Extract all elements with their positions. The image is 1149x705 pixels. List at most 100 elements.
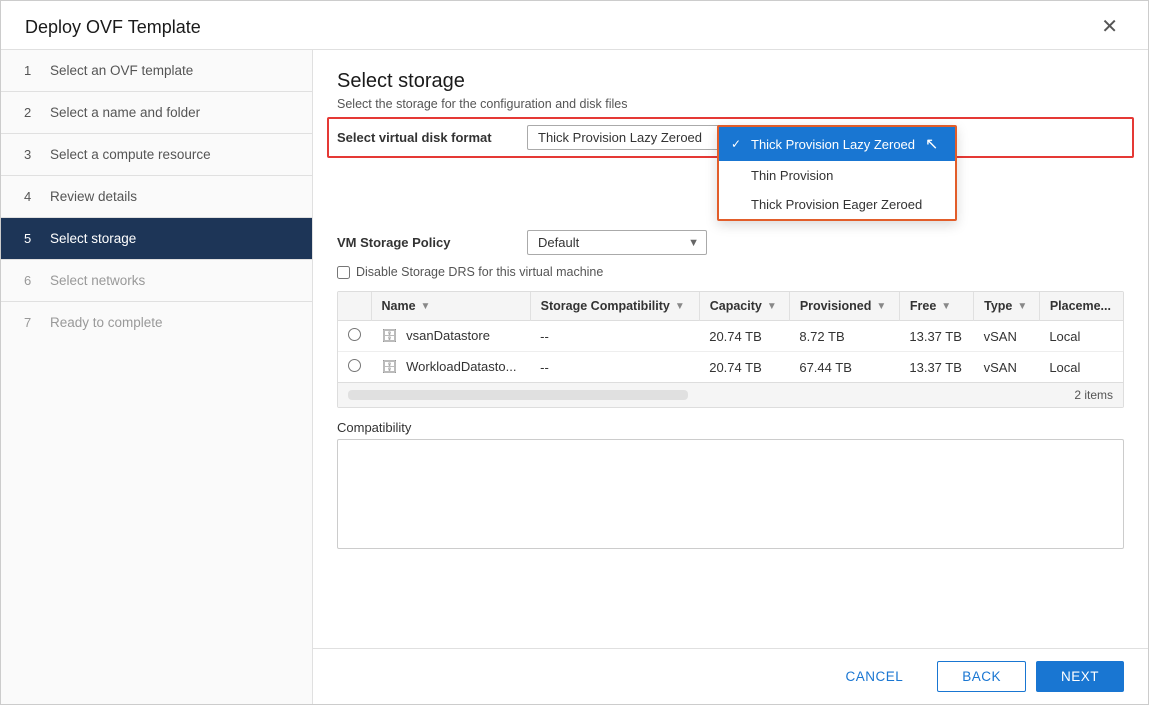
table-row[interactable]: 🗄 vsanDatastore -- 20.74 TB 8.72 TB 13.3… [338,321,1123,352]
col-name-label: Name [382,299,416,313]
section-title: Select storage [337,70,1124,93]
vm-storage-policy-label: VM Storage Policy [337,235,527,250]
modal-title: Deploy OVF Template [25,17,201,38]
dropdown-option-label-3: Thick Provision Eager Zeroed [751,197,922,212]
cursor-icon: ↖ [925,134,938,154]
capacity-filter-icon[interactable]: ▼ [767,301,777,312]
row1-placement-cell: Local [1039,321,1123,352]
row1-free-cell: 13.37 TB [899,321,973,352]
col-free: Free ▼ [899,292,973,321]
modal-overlay: Deploy OVF Template ✕ 1 Select an OVF te… [0,0,1149,705]
sidebar-item-review-details[interactable]: 4 Review details [1,176,312,217]
row1-radio-cell [338,321,371,352]
step-num-5: 5 [24,231,40,246]
dropdown-option-label-2: Thin Provision [751,168,833,183]
datastore-table: Name ▼ Storage Compatibility ▼ [338,292,1123,382]
row1-compat-cell: -- [530,321,699,352]
row2-type-cell: vSAN [974,352,1040,383]
sidebar-item-select-storage: 5 Select storage [1,218,312,259]
disable-drs-row: Disable Storage DRS for this virtual mac… [337,265,1124,279]
sidebar-item-compute-resource[interactable]: 3 Select a compute resource [1,134,312,175]
sidebar: 1 Select an OVF template 2 Select a name… [1,50,313,704]
sidebar-item-name-folder[interactable]: 2 Select a name and folder [1,92,312,133]
step-num-1: 1 [24,63,40,78]
virtual-disk-format-control: Thick Provision Lazy Zeroed Thin Provisi… [527,125,739,150]
sidebar-item-label-6: Select networks [50,273,145,288]
col-provisioned: Provisioned ▼ [789,292,899,321]
row1-radio[interactable] [348,328,361,341]
next-button[interactable]: NEXT [1036,661,1124,692]
virtual-disk-format-select[interactable]: Thick Provision Lazy Zeroed Thin Provisi… [527,125,739,150]
compatibility-label: Compatibility [337,420,1124,435]
datastore-table-wrap: Name ▼ Storage Compatibility ▼ [337,291,1124,408]
step-num-7: 7 [24,315,40,330]
row2-placement-cell: Local [1039,352,1123,383]
row2-radio[interactable] [348,359,361,372]
virtual-disk-format-row: Select virtual disk format Thick Provisi… [337,125,1124,150]
storage-policy-select[interactable]: Default Datastore Default [527,230,707,255]
provisioned-filter-icon[interactable]: ▼ [876,301,886,312]
row2-provisioned-cell: 67.44 TB [789,352,899,383]
cancel-button[interactable]: CANCEL [821,662,927,691]
storage-compat-filter-icon[interactable]: ▼ [675,301,685,312]
storage-policy-select-wrap: Default Datastore Default ▼ [527,230,707,255]
type-filter-icon[interactable]: ▼ [1017,301,1027,312]
row2-radio-cell [338,352,371,383]
row2-free-cell: 13.37 TB [899,352,973,383]
col-storage-compat: Storage Compatibility ▼ [530,292,699,321]
sidebar-item-label-7: Ready to complete [50,315,163,330]
sidebar-item-label-4: Review details [50,189,137,204]
virtual-disk-dropdown-menu[interactable]: ✓ Thick Provision Lazy Zeroed ↖ Thin Pro… [717,125,957,221]
row1-capacity-cell: 20.74 TB [699,321,789,352]
table-footer: 2 items [338,382,1123,407]
sidebar-item-ready-to-complete: 7 Ready to complete [1,302,312,343]
content-area: Select storage Select the storage for th… [313,50,1148,704]
back-button[interactable]: BACK [937,661,1026,692]
col-storage-compat-label: Storage Compatibility [541,299,670,313]
step-num-6: 6 [24,273,40,288]
dropdown-option-label-1: Thick Provision Lazy Zeroed [751,137,915,152]
disable-drs-checkbox[interactable] [337,266,350,279]
col-placement-label: Placeme... [1050,299,1111,313]
row2-name-cell: 🗄 WorkloadDatasto... [371,352,530,383]
table-row[interactable]: 🗄 WorkloadDatasto... -- 20.74 TB 67.44 T… [338,352,1123,383]
row2-capacity-cell: 20.74 TB [699,352,789,383]
step-num-4: 4 [24,189,40,204]
dropdown-option-thin[interactable]: Thin Provision [719,161,955,190]
free-filter-icon[interactable]: ▼ [941,301,951,312]
item-count: 2 items [1074,388,1113,402]
modal-footer: CANCEL BACK NEXT [313,648,1148,704]
row1-provisioned-cell: 8.72 TB [789,321,899,352]
col-capacity: Capacity ▼ [699,292,789,321]
row1-name-cell: 🗄 vsanDatastore [371,321,530,352]
virtual-disk-format-label: Select virtual disk format [337,130,527,145]
modal-body: 1 Select an OVF template 2 Select a name… [1,50,1148,704]
close-button[interactable]: ✕ [1095,15,1124,39]
sidebar-item-select-networks: 6 Select networks [1,260,312,301]
col-type-label: Type [984,299,1012,313]
col-radio [338,292,371,321]
step-num-2: 2 [24,105,40,120]
name-filter-icon[interactable]: ▼ [421,301,431,312]
dropdown-option-thick-eager[interactable]: Thick Provision Eager Zeroed [719,190,955,219]
dropdown-option-thick-lazy[interactable]: ✓ Thick Provision Lazy Zeroed ↖ [719,127,955,161]
modal-header: Deploy OVF Template ✕ [1,1,1148,50]
content-inner: Select storage Select the storage for th… [313,50,1148,648]
vm-storage-policy-row: VM Storage Policy Default Datastore Defa… [337,230,1124,255]
datastore-icon-2: 🗄 [381,359,398,374]
compatibility-section: Compatibility [337,420,1124,549]
col-provisioned-label: Provisioned [800,299,872,313]
sidebar-item-label-2: Select a name and folder [50,105,200,120]
sidebar-item-label-3: Select a compute resource [50,147,211,162]
sidebar-item-label-5: Select storage [50,231,136,246]
step-num-3: 3 [24,147,40,162]
col-free-label: Free [910,299,936,313]
sidebar-item-label-1: Select an OVF template [50,63,193,78]
row2-name: WorkloadDatasto... [406,359,516,374]
col-capacity-label: Capacity [710,299,762,313]
col-name: Name ▼ [371,292,530,321]
disable-drs-label: Disable Storage DRS for this virtual mac… [356,265,603,279]
horizontal-scrollbar[interactable] [348,390,688,400]
sidebar-item-ovf-template[interactable]: 1 Select an OVF template [1,50,312,91]
row1-name: vsanDatastore [406,328,490,343]
